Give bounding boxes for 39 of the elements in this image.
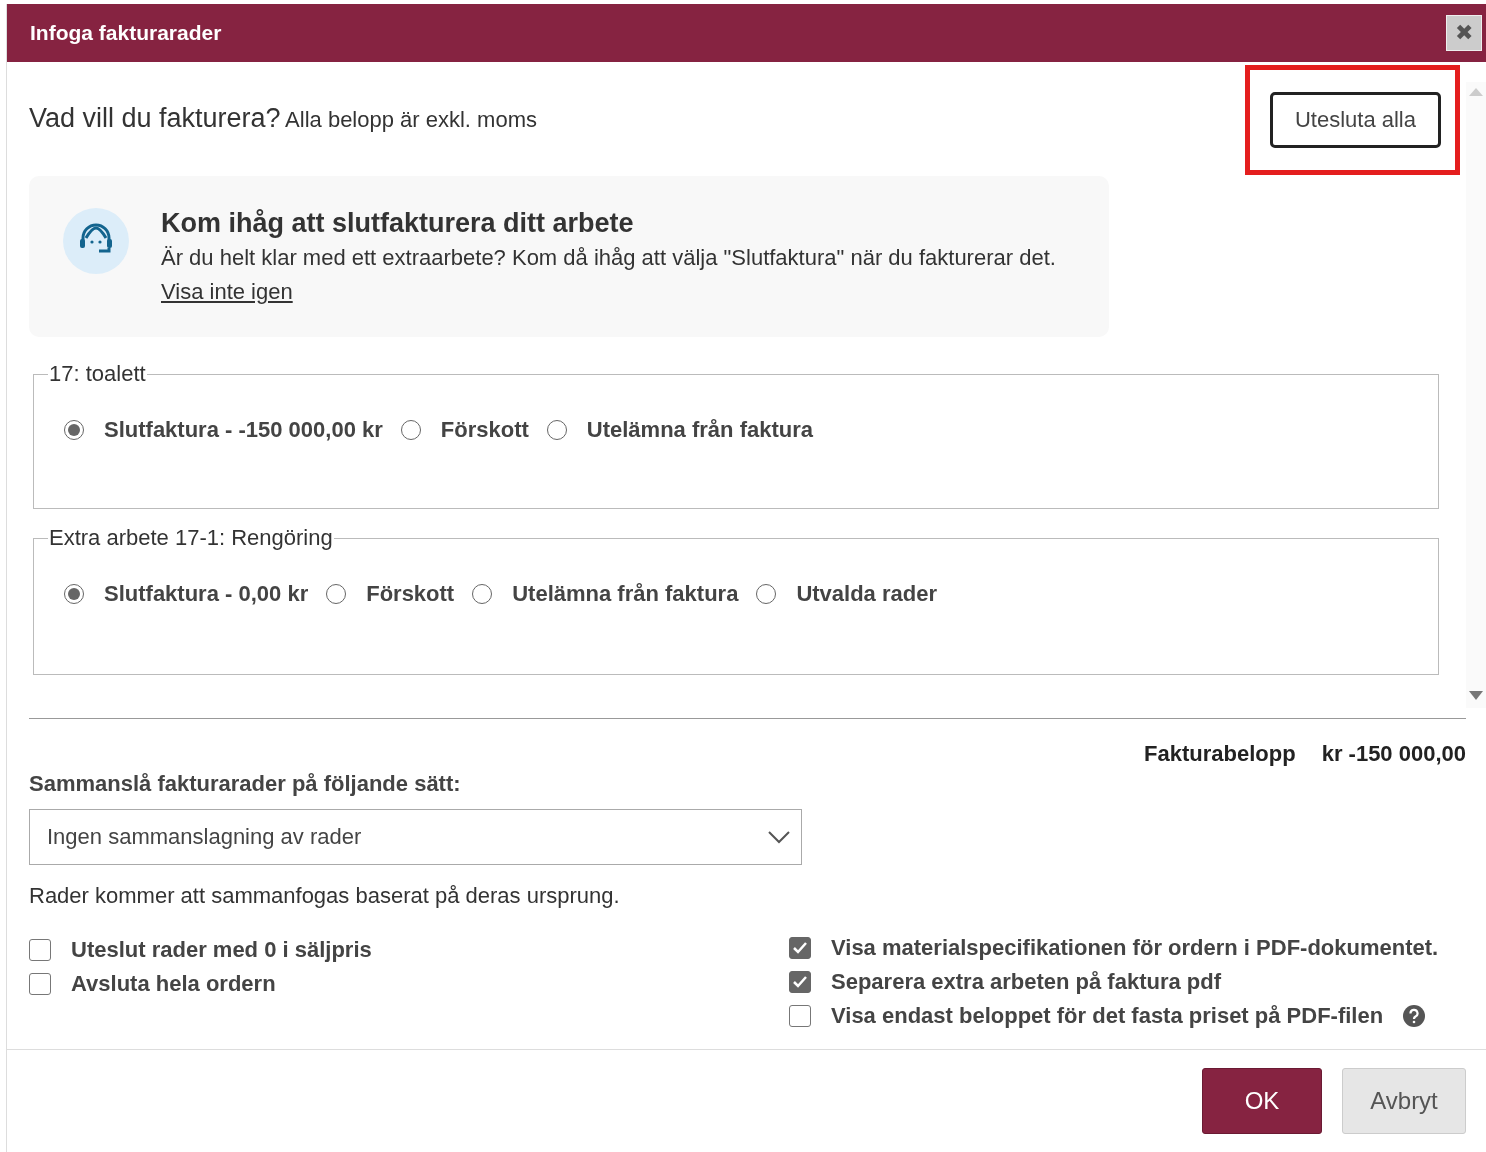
notice-title: Kom ihåg att slutfakturera ditt arbete xyxy=(161,208,635,239)
scrollbar[interactable] xyxy=(1466,82,1486,708)
merge-label: Sammanslå fakturarader på följande sätt: xyxy=(29,771,462,797)
chevron-down-icon xyxy=(767,830,791,844)
heading: Vad vill du fakturera? Alla belopp är exkl. moms xyxy=(29,102,537,134)
checkbox[interactable] xyxy=(29,973,51,995)
radio-label[interactable]: Förskott xyxy=(366,581,455,607)
help-icon[interactable] xyxy=(1403,1005,1426,1027)
checkbox-label[interactable]: Avsluta hela ordern xyxy=(71,971,276,997)
checkmark-icon xyxy=(792,941,808,955)
checkbox[interactable] xyxy=(789,1005,811,1027)
checkbox-label[interactable]: Uteslut rader med 0 i säljpris xyxy=(71,937,372,963)
merge-dropdown[interactable]: Ingen sammanslagning av rader xyxy=(29,809,802,865)
checkbox[interactable] xyxy=(789,971,811,993)
radio-label[interactable]: Utelämna från faktura xyxy=(586,417,813,443)
checkmark-icon xyxy=(792,975,808,989)
checkbox-label[interactable]: Separera extra arbeten på faktura pdf xyxy=(831,969,1222,995)
radio-label[interactable]: Utvalda rader xyxy=(796,581,937,607)
merge-hint: Rader kommer att sammanfogas baserat på deras ursprung. xyxy=(29,883,621,909)
radio-label[interactable]: Förskott xyxy=(440,417,529,443)
checkbox[interactable] xyxy=(29,939,51,961)
total-value: kr -150 000,00 xyxy=(1321,741,1466,767)
group-legend: Extra arbete 17-1: Rengöring xyxy=(48,525,334,551)
radio-label[interactable]: Slutfaktura - -150 000,00 kr xyxy=(104,417,383,443)
close-button[interactable]: ✖ xyxy=(1446,15,1482,51)
checkbox-label[interactable]: Visa endast beloppet för det fasta priset på PDF-filen xyxy=(831,1003,1384,1029)
total-label: Fakturabelopp xyxy=(1144,741,1296,767)
radio-label[interactable]: Slutfaktura - 0,00 kr xyxy=(104,581,309,607)
headset-icon xyxy=(63,208,129,274)
group-legend: 17: toalett xyxy=(48,361,147,387)
window-title: Infoga fakturarader xyxy=(30,21,222,45)
checkbox[interactable] xyxy=(789,937,811,959)
dont-show-again-link[interactable]: Visa inte igen xyxy=(161,279,293,304)
exclude-all-button[interactable]: Utesluta alla xyxy=(1269,92,1441,148)
checkbox-label[interactable]: Visa materialspecifikationen för ordern i PDF-dokumentet. xyxy=(831,935,1439,961)
notice-text: Är du helt klar med ett extraarbete? Kom då ihåg att välja "Slutfaktura" när du fakturerar det. xyxy=(161,245,1056,271)
cancel-button[interactable]: Avbryt xyxy=(1342,1068,1466,1134)
ok-button[interactable]: OK xyxy=(1202,1068,1322,1134)
radio-label[interactable]: Utelämna från faktura xyxy=(512,581,739,607)
